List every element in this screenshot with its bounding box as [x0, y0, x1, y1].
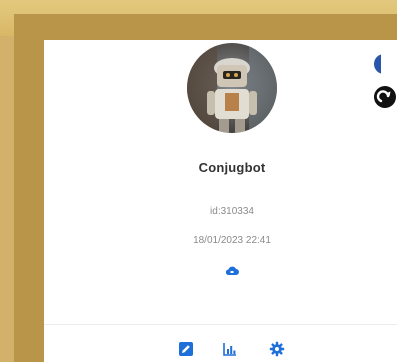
profile-date: 18/01/2023 22:41 [193, 235, 271, 246]
edit-button[interactable] [178, 341, 194, 357]
edit-icon [179, 342, 193, 356]
bar-chart-icon [223, 343, 236, 356]
france-flag-icon[interactable] [374, 54, 394, 74]
profile-name: Conjugbot [198, 160, 266, 175]
gear-icon [269, 341, 285, 357]
redo-button[interactable] [374, 86, 396, 108]
settings-button[interactable] [269, 341, 285, 357]
robot-avatar [187, 43, 277, 133]
stats-button[interactable] [222, 341, 238, 357]
profile-id: id:310334 [210, 206, 254, 217]
profile-card: Conjugbot id:310334 18/01/2023 22:41 [44, 40, 397, 362]
cloud-status-icon [224, 264, 240, 278]
robot-avatar-image [187, 43, 277, 133]
redo-icon [376, 90, 391, 103]
left-gutter [0, 36, 14, 362]
card-divider [44, 324, 397, 325]
